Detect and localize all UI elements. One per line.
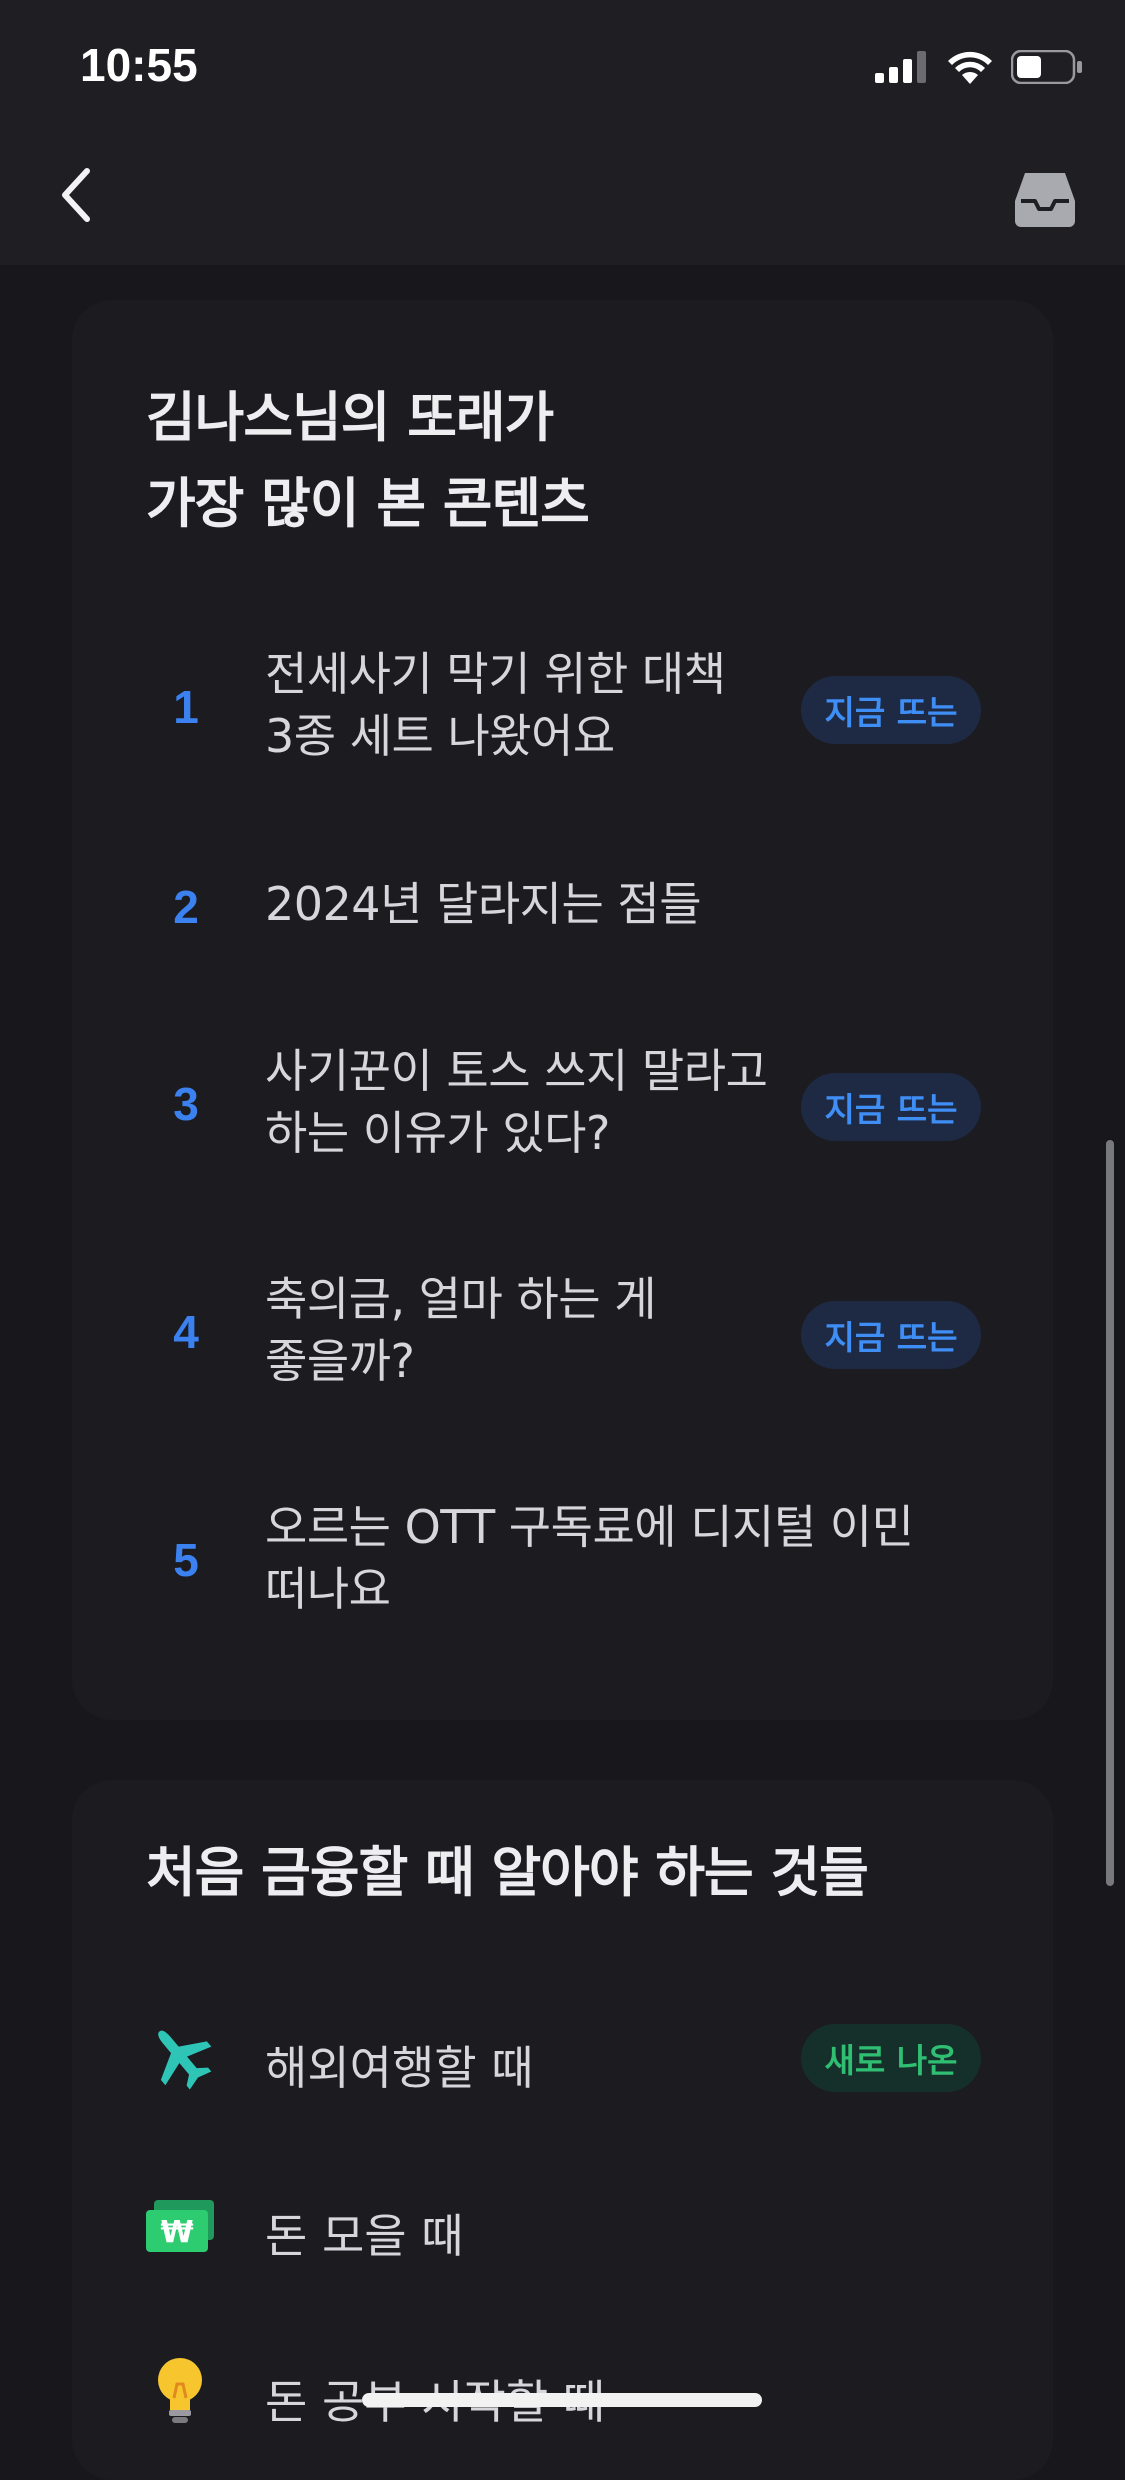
back-button[interactable] [40,160,110,230]
rank-number: 4 [173,1306,199,1358]
rank-number: 3 [173,1078,199,1130]
ranked-item-title-line1: 사기꾼이 토스 쓰지 말라고 [265,1044,768,1098]
ranked-item-title: 전세사기 막기 위한 대책 3종 세트 나왔어요 [265,643,726,767]
ranked-item-title-line2: 좋을까? [265,1334,415,1388]
navigation-bar [0,130,1125,265]
status-time: 10:55 [80,39,198,91]
status-icons [875,50,1083,84]
ranked-item-title-line1: 2024년 달라지는 점들 [265,877,702,931]
svg-text:₩: ₩ [160,2215,193,2250]
new-badge: 새로 나온 [801,2024,981,2092]
rank-number: 5 [173,1534,199,1586]
ranked-item-title-line2: 떠나요 [265,1562,391,1616]
ranked-item-title-line2: 하는 이유가 있다? [265,1106,610,1160]
battery-icon [1011,50,1082,84]
ranked-item-2[interactable]: 2 2024년 달라지는 점들 [72,870,1053,950]
rank-number: 1 [173,681,199,733]
guide-item-saving[interactable]: ₩ 돈 모을 때 [72,2180,1053,2270]
most-viewed-title: 김나스님의 또래가 가장 많이 본 콘텐츠 [146,375,590,547]
ranked-item-title: 사기꾼이 토스 쓰지 말라고 하는 이유가 있다? [265,1040,768,1164]
ranked-item-title-line2: 3종 세트 나왔어요 [265,709,615,763]
inbox-button[interactable] [1005,160,1085,240]
ranked-item-title: 오르는 OTT 구독료에 디지털 이민 떠나요 [265,1496,914,1620]
cellular-signal-icon [875,51,926,83]
guide-item-label: 해외여행할 때 [265,2041,534,2095]
inbox-tray-icon [1015,173,1075,227]
trending-badge: 지금 뜨는 [801,1301,981,1369]
status-bar: 10:55 [0,0,1125,130]
ranked-item-title-line1: 전세사기 막기 위한 대책 [265,647,726,701]
chevron-left-icon [62,168,90,222]
scrollbar[interactable] [1106,1140,1114,1886]
most-viewed-title-line2: 가장 많이 본 콘텐츠 [146,472,590,535]
rank-number: 2 [173,881,199,933]
ranked-item-title: 축의금, 얼마 하는 게 좋을까? [265,1268,657,1392]
wifi-icon [948,51,992,84]
ranked-item-5[interactable]: 5 오르는 OTT 구독료에 디지털 이민 떠나요 [72,1493,1053,1623]
most-viewed-title-line1: 김나스님의 또래가 [146,386,554,449]
ranked-item-1[interactable]: 1 전세사기 막기 위한 대책 3종 세트 나왔어요 지금 뜨는 [72,640,1053,770]
ranked-item-title-line1: 축의금, 얼마 하는 게 [265,1272,657,1326]
guide-item-label: 돈 모을 때 [265,2209,464,2263]
finance-guide-title-text: 처음 금융할 때 알아야 하는 것들 [146,1841,869,1904]
airplane-icon [142,2018,218,2094]
lightbulb-icon [142,2352,218,2428]
finance-guide-title: 처음 금융할 때 알아야 하는 것들 [146,1830,869,1916]
ranked-item-4[interactable]: 4 축의금, 얼마 하는 게 좋을까? 지금 뜨는 [72,1265,1053,1395]
most-viewed-card: 김나스님의 또래가 가장 많이 본 콘텐츠 1 전세사기 막기 위한 대책 3종… [72,300,1053,1720]
trending-badge: 지금 뜨는 [801,676,981,744]
ranked-item-title: 2024년 달라지는 점들 [265,873,702,935]
trending-badge: 지금 뜨는 [801,1073,981,1141]
ranked-item-3[interactable]: 3 사기꾼이 토스 쓰지 말라고 하는 이유가 있다? 지금 뜨는 [72,1037,1053,1167]
finance-guide-card: 처음 금융할 때 알아야 하는 것들 해외여행할 때 새로 나온 ₩ 돈 모을 … [72,1780,1053,2480]
home-indicator[interactable] [362,2393,762,2407]
ranked-item-title-line1: 오르는 OTT 구독료에 디지털 이민 [265,1500,914,1554]
won-bill-icon: ₩ [142,2188,218,2264]
guide-item-travel[interactable]: 해외여행할 때 새로 나온 [72,2012,1053,2102]
